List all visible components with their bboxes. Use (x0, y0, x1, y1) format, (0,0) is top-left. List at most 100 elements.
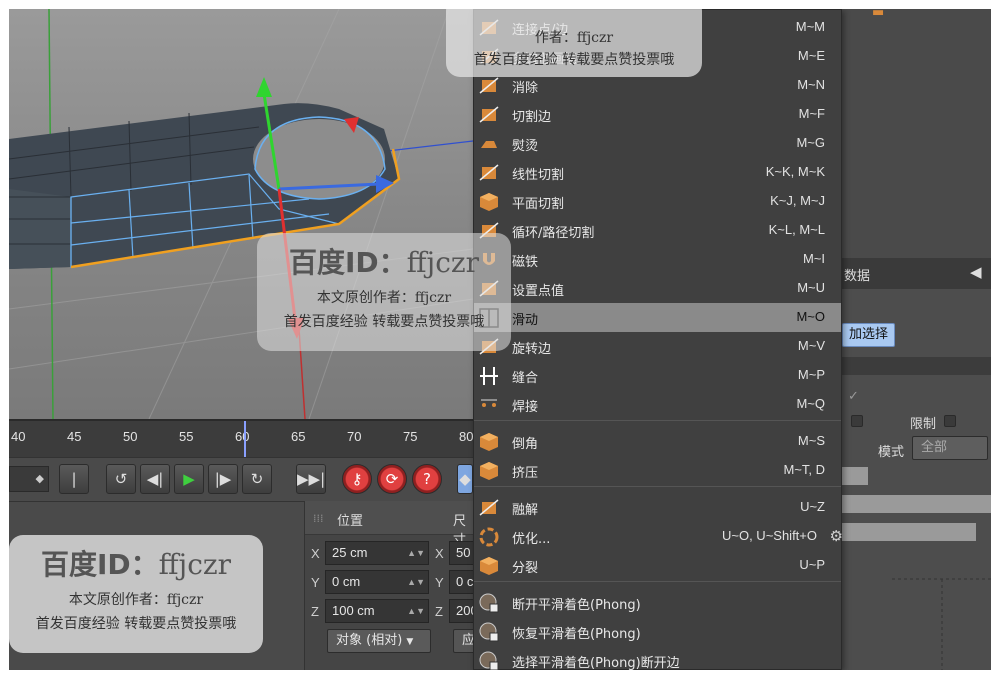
menu-item[interactable]: 循环/路径切割 K~L, M~L (474, 216, 841, 245)
limit-label: 限制 (910, 417, 937, 432)
timeline-tick-label: 80 (459, 429, 474, 444)
menu-item[interactable]: 切割边 M~F (474, 100, 841, 129)
menu-item[interactable]: 旋转边 M~V (474, 332, 841, 361)
menu-item[interactable]: 连接点/边 M~M (474, 13, 841, 42)
menu-item[interactable]: 分裂 U~P (474, 551, 841, 580)
gear-icon[interactable]: ⚙ (830, 527, 843, 545)
slider-bar-2[interactable] (842, 495, 991, 513)
current-frame-field[interactable]: ◆ (9, 466, 49, 492)
stepper-icon[interactable]: ▲▼ (407, 571, 425, 593)
position-y-field[interactable]: 0 cm ▲▼ (325, 570, 429, 594)
menu-item[interactable]: 滑动 M~O (474, 303, 841, 332)
timeline-tick-label: 65 (291, 429, 306, 444)
slider-bar-1[interactable] (842, 467, 868, 485)
option-checkbox[interactable] (851, 415, 863, 427)
menu-item-label: 分裂 (512, 561, 539, 576)
keyframe-selection-button[interactable]: ◆ (457, 464, 473, 494)
next-frame-button[interactable]: |▶ (208, 464, 238, 494)
mode-dropdown[interactable]: 全部 (912, 436, 988, 460)
position-y-value: 0 cm (332, 574, 361, 589)
timeline-ruler[interactable]: 40 45 50 55 60 65 70 75 80 (9, 419, 474, 459)
transport-bar: ◆ |◀◀ ↺ ◀| ▶ |▶ ↻ ▶▶| ⚷ ⟳ ? ◆ (9, 457, 473, 516)
pos-z-label: Z (311, 604, 319, 619)
timeline-tick-label: 45 (67, 429, 82, 444)
go-to-start-button[interactable]: |◀◀ (59, 464, 89, 516)
menu-item[interactable]: 缝合 M~P (474, 361, 841, 390)
viewport-3d[interactable] (9, 9, 473, 419)
menu-item-shortcut: U~O, U~Shift+O (721, 528, 817, 543)
timeline-playhead[interactable] (244, 421, 246, 459)
polygon-pen-icon (479, 48, 499, 65)
menu-item[interactable]: 焊接 M~Q (474, 390, 841, 419)
menu-item[interactable]: 消除 M~N (474, 71, 841, 100)
slider-bar-3[interactable] (842, 523, 976, 541)
previous-frame-icon: ◀| (146, 470, 164, 488)
coordinate-mode-dropdown[interactable]: 对象 (相对) ▼ (327, 629, 431, 653)
record-key-button[interactable]: ⚷ (342, 464, 372, 494)
menu-item-shortcut: M~M (795, 19, 825, 34)
size-y-label: Y (435, 575, 444, 590)
menu-item[interactable]: 倒角 M~S (474, 427, 841, 456)
auto-key-button[interactable]: ⟳ (377, 464, 407, 494)
next-keyframe-button[interactable]: ↻ (242, 464, 272, 494)
pos-y-label: Y (311, 575, 320, 590)
menu-item-shortcut: M~E (797, 48, 825, 63)
menu-item-label: 恢复平滑着色(Phong) (512, 627, 641, 642)
mode-label: 模式 (878, 445, 905, 460)
menu-item-shortcut: M~U (797, 280, 825, 295)
gizmo-x-arrow-icon[interactable] (288, 317, 305, 339)
menu-item-label: 选择平滑着色(Phong)断开边 (512, 656, 680, 670)
attributes-header-label: 数据 (844, 269, 871, 284)
menu-item-shortcut: M~I (802, 251, 825, 266)
bevel-icon (480, 433, 498, 451)
menu-item[interactable]: 挤压 M~T, D (474, 456, 841, 485)
menu-item-shortcut: M~T, D (783, 462, 825, 477)
menu-item[interactable]: 断开平滑着色(Phong) (474, 588, 841, 617)
gizmo-y-arrow-icon[interactable] (256, 77, 272, 97)
grip-icon: ⁞⁞⁞ (313, 512, 324, 525)
timeline-tick-label: 60 (235, 429, 250, 444)
stepper-icon[interactable]: ▲▼ (407, 600, 425, 622)
menu-item[interactable]: 多边形画笔 M~E (474, 42, 841, 71)
menu-item-label: 线性切割 (512, 168, 565, 183)
play-icon: ▶ (183, 470, 195, 488)
mode-value: 全部 (921, 440, 948, 455)
help-button[interactable]: ? (412, 464, 442, 494)
menu-item[interactable]: 优化... U~O, U~Shift+O ⚙ (474, 522, 843, 551)
coordinate-mode-value: 对象 (相对) (336, 633, 403, 648)
menu-item-label: 缝合 (512, 371, 539, 386)
world-x-axis (298, 328, 306, 419)
menu-item[interactable]: 磁铁 M~I (474, 245, 841, 274)
position-z-field[interactable]: 100 cm ▲▼ (325, 599, 429, 623)
previous-frame-button[interactable]: ◀| (140, 464, 170, 494)
plane-cut-icon (480, 193, 498, 211)
previous-keyframe-button[interactable]: ↺ (106, 464, 136, 494)
attributes-panel: ▬ 数据 ◀ 加选择 ✓ 限制 模式 全部 (842, 9, 991, 670)
menu-item[interactable]: 恢复平滑着色(Phong) (474, 617, 841, 646)
menu-item[interactable]: 设置点值 M~U (474, 274, 841, 303)
menu-item-label: 循环/路径切割 (512, 226, 595, 241)
material-manager-panel (9, 501, 304, 670)
menu-item-shortcut: K~L, M~L (768, 222, 825, 237)
menu-item-label: 旋转边 (512, 342, 552, 357)
timeline-tick-label: 40 (11, 429, 26, 444)
section-bar (842, 357, 991, 375)
play-button[interactable]: ▶ (174, 464, 204, 494)
menu-item[interactable]: 融解 U~Z (474, 493, 841, 522)
object-tag-icon: ▬ (872, 9, 885, 20)
menu-item[interactable]: 线性切割 K~K, M~K (474, 158, 841, 187)
menu-item[interactable]: 平面切割 K~J, M~J (474, 187, 841, 216)
go-to-end-button[interactable]: ▶▶| (296, 464, 326, 494)
menu-item-label: 融解 (512, 503, 539, 518)
stepper-icon[interactable]: ▲▼ (407, 542, 425, 564)
auto-key-icon: ⟳ (385, 470, 399, 488)
menu-item-shortcut: K~K, M~K (765, 164, 825, 179)
add-selection-button[interactable]: 加选择 (842, 323, 896, 347)
menu-item[interactable]: 熨烫 M~G (474, 129, 841, 158)
menu-item[interactable]: 选择平滑着色(Phong)断开边 (474, 646, 841, 670)
limit-checkbox[interactable] (944, 415, 956, 427)
position-x-field[interactable]: 25 cm ▲▼ (325, 541, 429, 565)
collapse-left-icon[interactable]: ◀ (970, 263, 982, 281)
menu-item-label: 消除 (512, 81, 539, 96)
menu-item-shortcut: K~J, M~J (770, 193, 825, 208)
